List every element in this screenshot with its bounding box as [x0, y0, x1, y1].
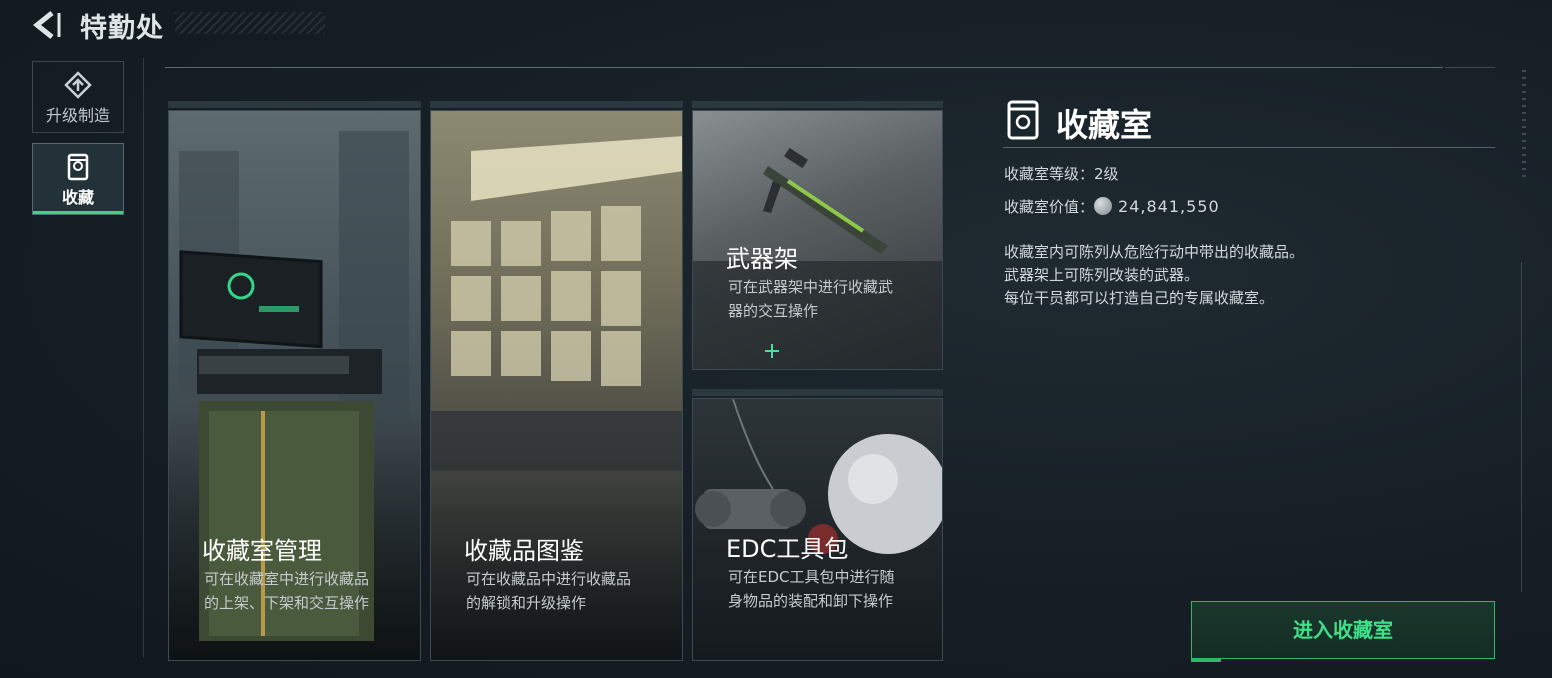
- info-divider: [1003, 147, 1495, 148]
- value-row: 收藏室价值： 24,841,550: [1004, 196, 1220, 217]
- enter-collection-room-button[interactable]: 进入收藏室: [1191, 601, 1495, 662]
- sidebar-divider: [143, 58, 144, 658]
- info-desc-line: 武器架上可陈列改装的武器。: [1004, 266, 1200, 284]
- info-desc-line: 收藏室内可陈列从危险行动中带出的收藏品。: [1004, 243, 1305, 261]
- card-desc-line: 的上架、下架和交互操作: [204, 594, 370, 612]
- edge-line-decoration: [1521, 262, 1522, 592]
- button-corner-mark: [1191, 659, 1221, 662]
- info-description: 收藏室内可陈列从危险行动中带出的收藏品。 武器架上可陈列改装的武器。 每位干员都…: [1004, 241, 1304, 310]
- card-desc-line: 可在收藏室中进行收藏品: [204, 570, 370, 588]
- card-desc: 可在武器架中进行收藏武 器的交互操作: [728, 275, 893, 323]
- card-weapon-rack[interactable]: 武器架 可在武器架中进行收藏武 器的交互操作: [692, 110, 943, 370]
- sidebar-item-label: 升级制造: [45, 106, 110, 125]
- coin-icon: [1094, 197, 1113, 215]
- card-collection-catalog[interactable]: 收藏品图鉴 可在收藏品中进行收藏品 的解锁和升级操作: [430, 110, 683, 661]
- active-indicator: [33, 211, 123, 214]
- card-collection-management[interactable]: 收藏室管理 可在收藏室中进行收藏品 的上架、下架和交互操作: [168, 110, 421, 661]
- card-title: 武器架: [726, 245, 798, 273]
- card-desc-line: 身物品的装配和卸下操作: [728, 592, 894, 610]
- card-desc-line: 可在EDC工具包中进行随: [728, 568, 895, 586]
- card-desc: 可在收藏品中进行收藏品 的解锁和升级操作: [466, 567, 631, 615]
- card-desc-line: 的解锁和升级操作: [466, 594, 587, 612]
- edge-decoration: [1522, 70, 1526, 180]
- card-header-strip: [430, 101, 683, 108]
- back-button[interactable]: [30, 8, 64, 42]
- card-title: 收藏室管理: [202, 537, 322, 565]
- info-desc-line: 每位干员都可以打造自己的专属收藏室。: [1004, 289, 1275, 307]
- sidebar-item-upgrade[interactable]: 升级制造: [32, 61, 124, 133]
- level-row: 收藏室等级：2级: [1004, 163, 1119, 184]
- level-label: 收藏室等级：: [1004, 165, 1095, 183]
- level-value: 2级: [1094, 165, 1119, 183]
- title-hatch-decoration: [175, 12, 325, 34]
- card-desc: 可在EDC工具包中进行随 身物品的装配和卸下操作: [728, 565, 895, 613]
- collection-room-icon: [1007, 100, 1039, 140]
- enter-button-label: 进入收藏室: [1293, 618, 1393, 642]
- info-title: 收藏室: [1056, 106, 1153, 144]
- upgrade-icon: [64, 71, 92, 99]
- page-title: 特勤处: [80, 13, 164, 44]
- top-divider-end: [1445, 67, 1495, 68]
- card-title: EDC工具包: [726, 535, 849, 563]
- sidebar-item-collection[interactable]: 收藏: [32, 143, 124, 215]
- back-arrow-icon: [32, 11, 61, 39]
- card-desc: 可在收藏室中进行收藏品 的上架、下架和交互操作: [204, 567, 369, 615]
- card-desc-line: 可在收藏品中进行收藏品: [466, 570, 632, 588]
- card-header-strip: [692, 389, 943, 396]
- card-edc-kit[interactable]: EDC工具包 可在EDC工具包中进行随 身物品的装配和卸下操作: [692, 398, 943, 661]
- card-title: 收藏品图鉴: [464, 537, 584, 565]
- value-label: 收藏室价值：: [1004, 198, 1095, 216]
- value-amount: 24,841,550: [1118, 197, 1220, 216]
- card-header-strip: [168, 101, 421, 108]
- top-divider: [165, 67, 1443, 68]
- card-desc-line: 可在武器架中进行收藏武: [728, 278, 894, 296]
- card-header-strip: [692, 101, 943, 108]
- collection-icon: [67, 153, 89, 181]
- sidebar-item-label: 收藏: [61, 188, 94, 207]
- card-desc-line: 器的交互操作: [728, 302, 819, 320]
